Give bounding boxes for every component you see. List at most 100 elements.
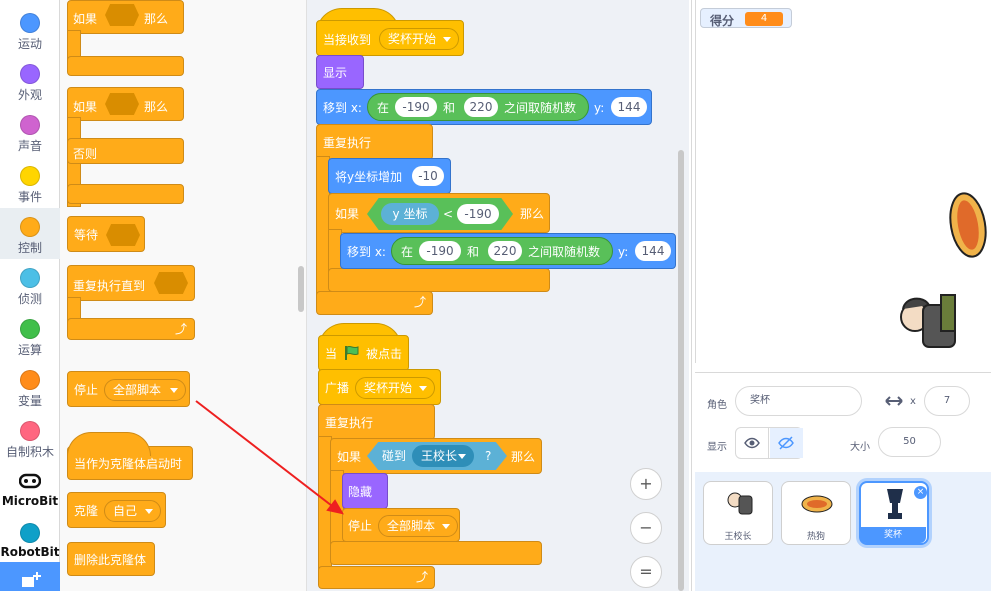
compare-value-input[interactable]: -190 (457, 204, 499, 224)
sprite-tile-principal[interactable]: 王校长 (703, 481, 773, 545)
hotdog-sprite-icon[interactable] (944, 190, 991, 260)
change-y-label: 将y坐标增加 (335, 170, 403, 184)
size-label: 大小 (850, 442, 870, 453)
condition-slot[interactable] (105, 4, 139, 26)
condition-slot[interactable] (154, 272, 188, 294)
palette-scrollbar[interactable] (298, 266, 304, 312)
broadcast-message-dropdown[interactable]: 奖杯开始 (355, 377, 435, 399)
annotation-arrow (195, 400, 345, 515)
microbit-icon (19, 473, 41, 489)
when-flag-clicked-block[interactable]: 当 被点击 (318, 335, 409, 371)
zoom-reset-button[interactable]: = (630, 556, 662, 588)
category-label: 事件 (17, 190, 42, 204)
then-label: 那么 (144, 12, 169, 26)
y-input[interactable]: 144 (611, 97, 647, 117)
category-robotbit[interactable]: RobotBit (0, 514, 60, 565)
hide-visible-button[interactable] (770, 428, 803, 458)
condition-slot[interactable] (105, 93, 139, 115)
show-block[interactable]: 显示 (316, 55, 364, 89)
if-bottom (328, 268, 550, 292)
touching-block[interactable]: 碰到 王校长 ? (367, 442, 507, 470)
zoom-out-icon: − (639, 518, 653, 537)
stop-option-dropdown[interactable]: 全部脚本 (104, 379, 186, 401)
principal-thumbnail-icon (727, 492, 753, 515)
dropdown-caret-icon (458, 454, 466, 459)
palette-wait-block[interactable]: 等待 (67, 216, 145, 252)
category-sensing[interactable]: 侦测 (0, 259, 60, 310)
score-value: 4 (745, 12, 783, 26)
variables-dot-icon (20, 370, 40, 390)
category-variables[interactable]: 变量 (0, 361, 60, 412)
dropdown-value: 奖杯开始 (388, 32, 437, 46)
category-sound[interactable]: 声音 (0, 106, 60, 157)
sprite-name-field[interactable]: 奖杯 (735, 386, 862, 416)
less-than-block[interactable]: y 坐标 < -190 (367, 198, 513, 230)
stop-label: 停止 (348, 519, 373, 533)
score-label: 得分 (710, 14, 735, 28)
sprite-tile-trophy[interactable]: 奖杯 × (859, 481, 929, 545)
category-label: 运算 (17, 343, 42, 357)
robotbit-dot-icon (20, 523, 40, 543)
zoom-in-icon: + (639, 474, 653, 493)
palette-create-clone-block[interactable]: 克隆 自己 (67, 492, 166, 528)
y-position-reporter[interactable]: y 坐标 (381, 203, 439, 225)
size-field[interactable]: 50 (878, 427, 941, 457)
category-label: 侦测 (17, 292, 42, 306)
then-label: 那么 (520, 207, 545, 221)
x-position-field[interactable]: 7 (924, 386, 970, 416)
my-blocks-dot-icon (20, 421, 40, 441)
y-input[interactable]: 144 (635, 241, 671, 261)
sprite-label: 角色 (707, 400, 727, 411)
if-then-block[interactable]: 如果 y 坐标 < -190 那么 (328, 193, 550, 233)
stop-option-dropdown[interactable]: 全部脚本 (378, 515, 458, 537)
when-receive-block[interactable]: 当接收到 奖杯开始 (316, 20, 464, 56)
in-label: 在 (377, 101, 390, 115)
touch-target-dropdown[interactable]: 王校长 (412, 445, 474, 467)
principal-sprite-icon[interactable] (893, 287, 963, 357)
clone-label: 克隆 (74, 504, 99, 518)
forever-block[interactable]: 重复执行 (316, 124, 433, 160)
stage-divider (691, 0, 692, 591)
if-touching-block[interactable]: 如果 碰到 王校长 ? 那么 (330, 438, 542, 474)
random-min-input[interactable]: -190 (419, 241, 461, 261)
category-events[interactable]: 事件 (0, 157, 60, 208)
category-menu: 运动 外观 声音 事件 控制 侦测 运算 变量 自制积木 MicroBit Ro… (0, 0, 60, 591)
change-y-input[interactable]: -10 (412, 166, 444, 186)
stop-label: 停止 (74, 383, 99, 397)
and-label: 和 (443, 101, 456, 115)
goto-xy-block[interactable]: 移到 x: 在 -190 和 220 之间取随机数 y: 144 (316, 89, 652, 125)
goto-label: 移到 x: (347, 245, 386, 259)
pick-random-block[interactable]: 在 -190 和 220 之间取随机数 (391, 237, 613, 265)
category-label: RobotBit (0, 545, 60, 559)
zoom-in-button[interactable]: + (630, 468, 662, 500)
palette-delete-clone-block[interactable]: 删除此克隆体 (67, 542, 155, 576)
trophy-thumbnail-icon (887, 489, 903, 519)
sound-dot-icon (20, 115, 40, 135)
random-min-input[interactable]: -190 (395, 97, 437, 117)
category-microbit[interactable]: MicroBit (0, 463, 60, 514)
if-else-bottom (67, 184, 184, 204)
score-monitor[interactable]: 得分 4 (700, 8, 792, 28)
change-y-block[interactable]: 将y坐标增加 -10 (328, 158, 451, 194)
category-looks[interactable]: 外观 (0, 55, 60, 106)
category-motion[interactable]: 运动 (0, 4, 60, 55)
sprite-name: 热狗 (806, 532, 825, 542)
category-my-blocks[interactable]: 自制积木 (0, 412, 60, 463)
zoom-out-button[interactable]: − (630, 512, 662, 544)
add-extension-button[interactable] (0, 562, 60, 591)
condition-slot[interactable] (106, 224, 140, 246)
sprite-tile-hotdog[interactable]: 热狗 (781, 481, 851, 545)
show-visible-button[interactable] (736, 428, 769, 458)
category-operators[interactable]: 运算 (0, 310, 60, 361)
random-max-input[interactable]: 220 (488, 241, 522, 261)
workspace-scrollbar[interactable] (678, 150, 684, 591)
goto-xy-block-2[interactable]: 移到 x: 在 -190 和 220 之间取随机数 y: 144 (340, 233, 676, 269)
pick-random-block[interactable]: 在 -190 和 220 之间取随机数 (367, 93, 589, 121)
delete-sprite-button[interactable]: × (914, 486, 927, 499)
stop-all-block[interactable]: 停止 全部脚本 (342, 508, 460, 542)
random-max-input[interactable]: 220 (464, 97, 498, 117)
palette-stop-block[interactable]: 停止 全部脚本 (67, 371, 190, 407)
message-dropdown[interactable]: 奖杯开始 (379, 28, 459, 50)
clone-target-dropdown[interactable]: 自己 (104, 500, 161, 522)
category-control[interactable]: 控制 (0, 208, 60, 259)
